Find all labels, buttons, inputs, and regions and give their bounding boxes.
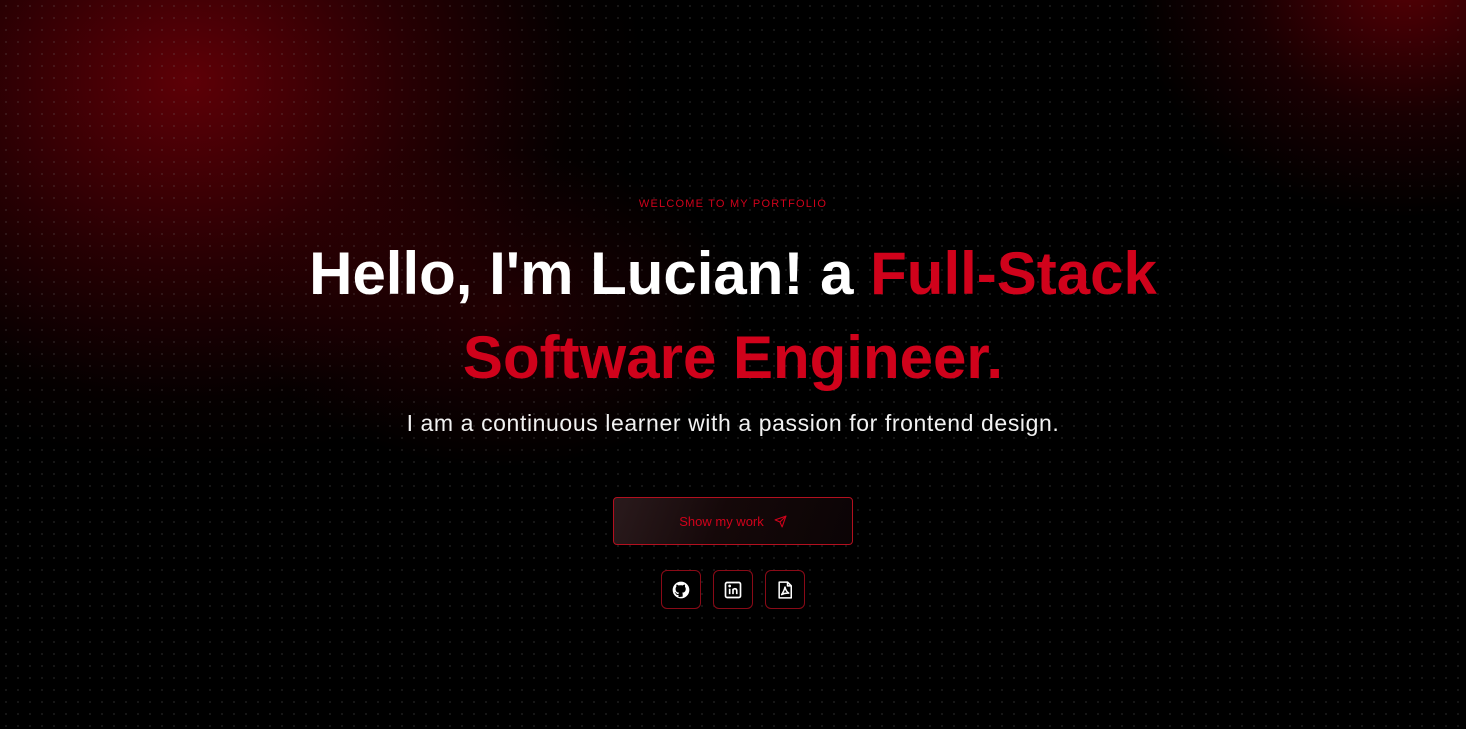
hero-headline: Hello, I'm Lucian! a Full-Stack Software… xyxy=(0,232,1466,400)
github-icon xyxy=(671,580,691,600)
github-link[interactable] xyxy=(661,570,701,609)
hero-subtitle: I am a continuous learner with a passion… xyxy=(406,410,1060,436)
linkedin-link[interactable] xyxy=(713,570,753,609)
headline-role-part2: Software Engineer. xyxy=(462,324,1004,391)
hero-content: WELCOME TO MY PORTFOLIO Hello, I'm Lucia… xyxy=(0,0,1466,729)
headline-role-part1: Full-Stack xyxy=(870,240,1157,307)
send-icon xyxy=(774,515,787,528)
headline-greeting: Hello, I'm Lucian! a xyxy=(309,240,871,307)
pdf-icon xyxy=(775,580,795,600)
social-links xyxy=(661,570,805,609)
welcome-eyebrow: WELCOME TO MY PORTFOLIO xyxy=(638,198,828,210)
show-my-work-label: Show my work xyxy=(679,513,764,529)
show-my-work-button[interactable]: Show my work xyxy=(613,497,853,545)
hero-section: WELCOME TO MY PORTFOLIO Hello, I'm Lucia… xyxy=(0,0,1466,729)
linkedin-icon xyxy=(723,580,743,600)
resume-pdf-link[interactable] xyxy=(765,570,805,609)
